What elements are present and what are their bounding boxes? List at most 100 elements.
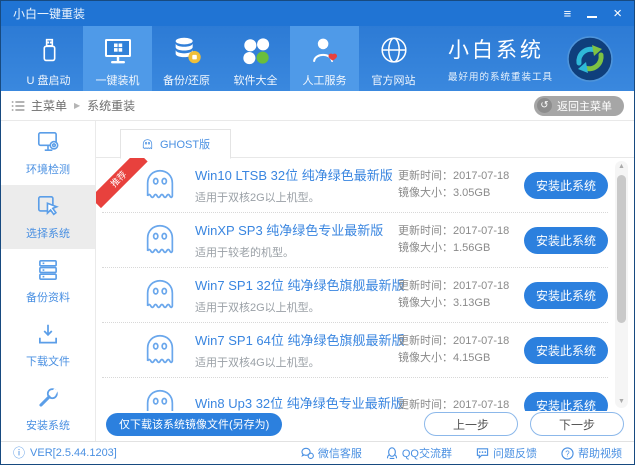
sidebar-item-install-system[interactable]: 安装系统 <box>1 377 95 441</box>
cursor-select-icon <box>35 193 61 219</box>
nav-item-backup-restore[interactable]: 备份/还原 <box>152 26 221 91</box>
breadcrumb-root[interactable]: 主菜单 <box>31 97 67 114</box>
os-meta: 更新时间：2017-07-18 镜像大小：1.56GB <box>398 223 514 257</box>
nav-label: 一键装机 <box>95 75 140 87</box>
update-value: 2017-07-18 <box>453 170 510 182</box>
support-person-icon <box>308 33 342 69</box>
os-text: Win8 Up3 32位 纯净绿色专业最新版 <box>195 393 404 411</box>
size-label: 镜像大小： <box>398 352 453 364</box>
feedback-link[interactable]: 问题反馈 <box>476 445 537 461</box>
vertical-scrollbar[interactable]: ▲ ▼ <box>615 161 628 408</box>
ghost-icon <box>140 331 180 369</box>
os-text: WinXP SP3 纯净绿色专业最新版 适用于较老的机型。 <box>195 220 398 260</box>
size-value: 1.56GB <box>453 242 491 254</box>
breadcrumb-bar: 主菜单 ▶ 系统重装 ↺ 返回主菜单 <box>1 91 634 121</box>
install-system-button[interactable]: 安装此系统 <box>524 281 608 309</box>
version-info: ⓘ VER[2.5.44.1203] <box>13 447 117 459</box>
monitor-icon <box>100 33 136 69</box>
wechat-support-link[interactable]: 微信客服 <box>301 445 362 461</box>
apps-clover-icon <box>239 33 273 69</box>
size-value: 3.13GB <box>453 297 491 309</box>
sidebar-item-select-system[interactable]: 选择系统 <box>1 185 95 249</box>
brand-name: 小白系统 <box>448 39 544 62</box>
breadcrumb-separator-icon: ▶ <box>74 101 81 110</box>
breadcrumb-current: 系统重装 <box>87 99 136 113</box>
os-title[interactable]: Win7 SP1 64位 纯净绿色旗舰最新版 <box>195 330 405 349</box>
update-label: 更新时间： <box>398 225 453 237</box>
os-title[interactable]: WinXP SP3 纯净绿色专业最新版 <box>195 220 398 239</box>
minimize-icon[interactable] <box>587 10 598 18</box>
os-row-win8-up3-32[interactable]: Win8 Up3 32位 纯净绿色专业最新版 更新时间：2017-07-18 安… <box>102 378 608 411</box>
ghost-icon <box>140 221 180 259</box>
size-value: 3.05GB <box>453 187 491 199</box>
scroll-down-icon[interactable]: ▼ <box>618 396 625 408</box>
tab-row: GHOST版 <box>96 121 634 159</box>
step-sidebar: 环境检测 选择系统 备份资料 下载文件 安装系统 <box>1 121 96 441</box>
undo-arrow-icon: ↺ <box>537 98 552 113</box>
brand-tagline: 最好用的系统重装工具 <box>448 72 554 83</box>
brand-block: 小白系统 最好用的系统重装工具 <box>448 26 553 91</box>
update-label: 更新时间： <box>398 398 453 411</box>
nav-item-one-key-install[interactable]: 一键装机 <box>83 26 152 91</box>
update-label: 更新时间： <box>398 335 453 347</box>
usb-icon <box>32 33 66 69</box>
previous-step-button[interactable]: 上一步 <box>424 412 518 436</box>
content-area: 环境检测 选择系统 备份资料 下载文件 安装系统 GHOST版 推荐 Win10… <box>1 121 634 441</box>
install-system-button[interactable]: 安装此系统 <box>524 336 608 364</box>
qq-group-link[interactable]: QQ交流群 <box>386 445 452 461</box>
scrollbar-thumb[interactable] <box>617 175 626 324</box>
menu-icon[interactable]: ≡ <box>564 7 572 20</box>
list-icon <box>11 100 25 112</box>
update-value: 2017-07-18 <box>453 335 510 347</box>
svg-text:?: ? <box>565 449 570 458</box>
tab-ghost-edition[interactable]: GHOST版 <box>120 129 232 159</box>
scroll-up-icon[interactable]: ▲ <box>618 161 625 173</box>
sidebar-item-label: 下载文件 <box>26 356 70 368</box>
sidebar-item-label: 选择系统 <box>26 228 70 240</box>
os-title[interactable]: Win8 Up3 32位 纯净绿色专业最新版 <box>195 393 404 411</box>
os-subtitle: 适用于双核2G以上机型。 <box>195 192 320 204</box>
sidebar-item-env-check[interactable]: 环境检测 <box>1 121 95 185</box>
nav-label: 备份/还原 <box>162 75 211 87</box>
globe-icon <box>377 33 411 69</box>
tab-label: GHOST版 <box>160 139 211 151</box>
sidebar-item-backup-data[interactable]: 备份资料 <box>1 249 95 313</box>
help-video-link[interactable]: ? 帮助视频 <box>561 445 622 461</box>
ghost-icon <box>140 276 180 314</box>
os-title[interactable]: Win7 SP1 32位 纯净绿色旗舰最新版 <box>195 275 405 294</box>
nav-item-support[interactable]: 人工服务 <box>290 26 359 91</box>
main-panel: GHOST版 推荐 Win10 LTSB 32位 纯净绿色最新版 适用于双核2G… <box>96 121 634 441</box>
bottom-actions: 仅下载该系统镜像文件(另存为) 上一步 下一步 <box>96 411 634 441</box>
next-step-button[interactable]: 下一步 <box>530 412 624 436</box>
os-title[interactable]: Win10 LTSB 32位 纯净绿色最新版 <box>195 165 398 184</box>
os-list: 推荐 Win10 LTSB 32位 纯净绿色最新版 适用于双核2G以上机型。 更… <box>96 158 634 411</box>
size-label: 镜像大小： <box>398 187 453 199</box>
install-system-button[interactable]: 安装此系统 <box>524 171 608 199</box>
nav-item-usb-boot[interactable]: U 盘启动 <box>14 26 83 91</box>
nav-item-website[interactable]: 官方网站 <box>359 26 428 91</box>
wrench-icon <box>35 385 61 411</box>
sidebar-item-download-files[interactable]: 下载文件 <box>1 313 95 377</box>
nav-label: U 盘启动 <box>26 75 71 87</box>
os-row-win7-sp1-32[interactable]: Win7 SP1 32位 纯净绿色旗舰最新版 适用于双核2G以上机型。 更新时间… <box>102 268 608 323</box>
install-system-button[interactable]: 安装此系统 <box>524 391 608 411</box>
nav-item-software[interactable]: 软件大全 <box>221 26 290 91</box>
size-label: 镜像大小： <box>398 297 453 309</box>
title-bar: 小白一键重装 ≡ × <box>1 1 634 26</box>
download-icon <box>35 321 61 347</box>
os-row-win10-ltsb-32[interactable]: 推荐 Win10 LTSB 32位 纯净绿色最新版 适用于双核2G以上机型。 更… <box>96 158 608 213</box>
os-row-win7-sp1-64[interactable]: Win7 SP1 64位 纯净绿色旗舰最新版 适用于双核4G以上机型。 更新时间… <box>102 323 608 378</box>
os-row-winxp-sp3[interactable]: WinXP SP3 纯净绿色专业最新版 适用于较老的机型。 更新时间：2017-… <box>102 213 608 268</box>
help-question-icon: ? <box>561 446 574 460</box>
back-to-main-menu-button[interactable]: ↺ 返回主菜单 <box>534 95 624 116</box>
top-navigation: U 盘启动 一键装机 备份/还原 软件大全 人工服务 官方网站 小白系统 最好用… <box>1 26 634 91</box>
os-meta: 更新时间：2017-07-18 镜像大小：3.05GB <box>398 168 514 202</box>
sidebar-item-label: 安装系统 <box>26 420 70 432</box>
close-icon[interactable]: × <box>613 6 622 21</box>
qq-icon <box>386 446 397 459</box>
window-controls: ≡ × <box>564 6 622 21</box>
install-system-button[interactable]: 安装此系统 <box>524 226 608 254</box>
download-image-only-button[interactable]: 仅下载该系统镜像文件(另存为) <box>106 412 283 436</box>
os-subtitle: 适用于双核4G以上机型。 <box>195 357 320 369</box>
status-bar: ⓘ VER[2.5.44.1203] 微信客服 QQ交流群 问题反馈 ? 帮助视… <box>1 441 634 464</box>
